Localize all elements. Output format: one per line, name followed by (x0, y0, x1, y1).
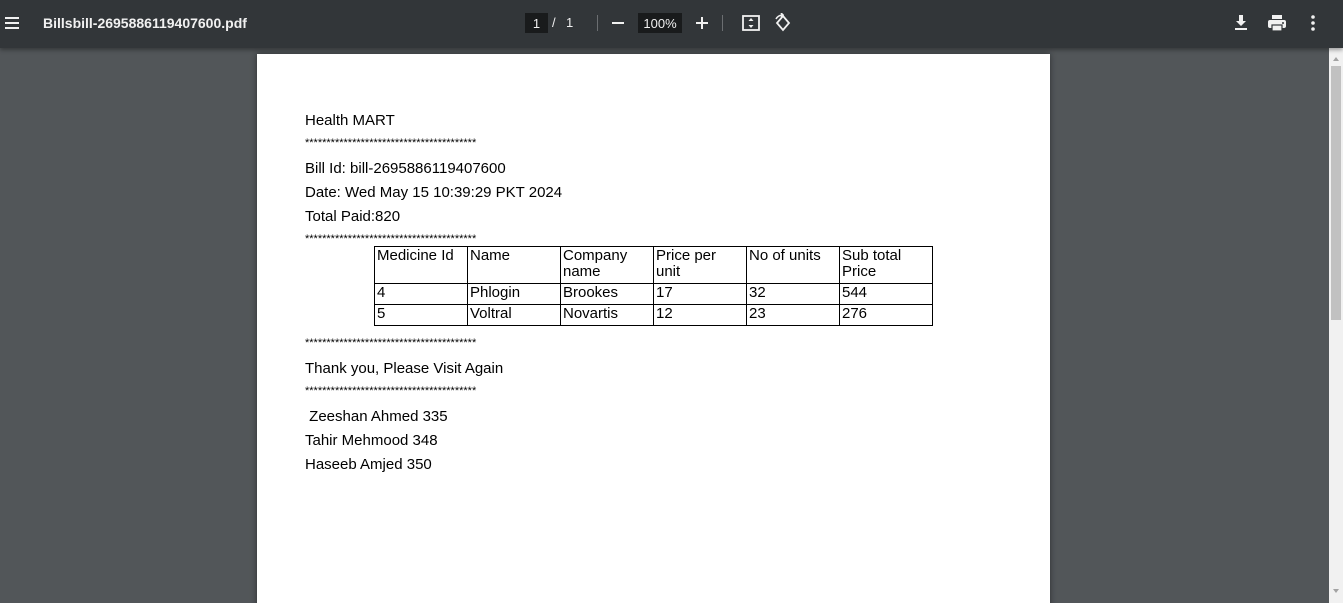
credit-line: Tahir Mehmood 348 (305, 432, 438, 449)
table-cell: 276 (839, 304, 933, 326)
scroll-up-button[interactable] (1329, 54, 1343, 64)
credit-line: Zeeshan Ahmed 335 (305, 408, 448, 425)
column-header: Name (467, 246, 561, 284)
zoom-out-icon (612, 22, 624, 24)
table-cell: 12 (653, 304, 747, 326)
scroll-down-arrow-icon (1333, 589, 1339, 593)
menu-button[interactable] (0, 8, 24, 38)
scrollbar-thumb[interactable] (1331, 66, 1341, 320)
print-button[interactable] (1265, 11, 1289, 35)
table-cell: 23 (746, 304, 840, 326)
table-cell: 5 (374, 304, 468, 326)
table-row: 5 Voltral Novartis 12 23 276 (374, 304, 933, 326)
column-header: Sub total Price (839, 246, 933, 284)
table-cell: Brookes (560, 283, 654, 305)
table-cell: 4 (374, 283, 468, 305)
print-icon (1268, 15, 1286, 32)
page-total: 1 (566, 15, 574, 30)
separator-line: **************************************** (305, 385, 477, 397)
toolbar-divider (722, 15, 723, 31)
credit-line: Haseeb Amjed 350 (305, 456, 432, 473)
column-header: Price per unit (653, 246, 747, 284)
thank-you-message: Thank you, Please Visit Again (305, 360, 504, 377)
store-name: Health MART (305, 112, 395, 129)
separator-line: **************************************** (305, 233, 477, 245)
pdf-toolbar: Billsbill-2695886119407600.pdf 1 / 1 100… (0, 0, 1343, 48)
page-separator: / (552, 15, 556, 30)
fit-to-page-icon (742, 15, 760, 31)
scroll-down-button[interactable] (1329, 586, 1343, 596)
download-icon (1235, 15, 1247, 30)
document-title: Billsbill-2695886119407600.pdf (43, 15, 247, 31)
table-cell: 544 (839, 283, 933, 305)
pdf-page: Health MART ****************************… (257, 54, 1050, 603)
table-cell: Novartis (560, 304, 654, 326)
bill-table: Medicine Id Name Company name Price per … (374, 246, 933, 326)
separator-line: **************************************** (305, 137, 477, 149)
column-header: No of units (746, 246, 840, 284)
download-button[interactable] (1229, 11, 1253, 35)
zoom-in-button[interactable] (690, 11, 714, 35)
zoom-out-button[interactable] (606, 11, 630, 35)
rotate-icon (775, 13, 791, 32)
rotate-button[interactable] (771, 11, 795, 35)
table-cell: 32 (746, 283, 840, 305)
vertical-scrollbar[interactable] (1329, 48, 1343, 603)
scroll-up-arrow-icon (1333, 57, 1339, 61)
more-options-button[interactable] (1301, 11, 1325, 35)
table-row: 4 Phlogin Brookes 17 32 544 (374, 283, 933, 305)
toolbar-divider (597, 15, 598, 31)
fit-to-page-button[interactable] (739, 11, 763, 35)
bill-date: Date: Wed May 15 10:39:29 PKT 2024 (305, 184, 563, 201)
more-options-icon (1311, 15, 1315, 31)
total-paid: Total Paid:820 (305, 208, 401, 225)
column-header: Medicine Id (374, 246, 468, 284)
separator-line: **************************************** (305, 337, 477, 349)
zoom-level-input[interactable]: 100% (638, 13, 682, 33)
column-header: Company name (560, 246, 654, 284)
zoom-in-icon (696, 17, 708, 29)
table-header-row: Medicine Id Name Company name Price per … (374, 246, 933, 284)
hamburger-menu-icon (5, 17, 19, 29)
table-cell: Phlogin (467, 283, 561, 305)
table-cell: Voltral (467, 304, 561, 326)
bill-id: Bill Id: bill-2695886119407600 (305, 160, 506, 177)
page-number-input[interactable]: 1 (525, 13, 548, 33)
table-cell: 17 (653, 283, 747, 305)
